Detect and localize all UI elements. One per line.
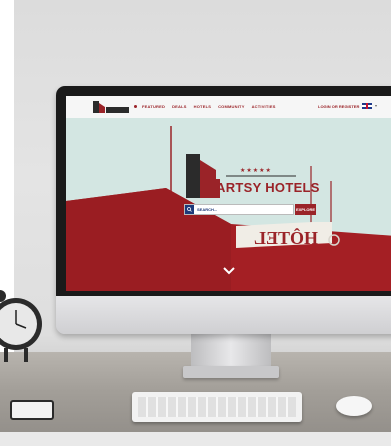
- nav-deals[interactable]: DEALS: [172, 104, 187, 109]
- hotel-sign-text: HÔTEL: [254, 227, 318, 248]
- mouse: [336, 396, 372, 416]
- nav-links: FEATURED DEALS HOTELS COMMUNITY ACTIVITI…: [142, 104, 276, 109]
- keyboard-keys: [138, 397, 296, 417]
- nav-dot: [134, 105, 137, 108]
- language-chevron-icon[interactable]: ▾: [375, 103, 377, 108]
- login-register-link[interactable]: LOGIN OR REGISTER: [318, 104, 359, 109]
- brand-name: ARTSY HOTELS: [216, 180, 320, 195]
- keyboard: [132, 392, 302, 422]
- search-input[interactable]: SEARCH...: [184, 204, 294, 215]
- website-screen: FEATURED DEALS HOTELS COMMUNITY ACTIVITI…: [66, 96, 391, 291]
- top-navbar: FEATURED DEALS HOTELS COMMUNITY ACTIVITI…: [66, 96, 391, 118]
- nav-activities[interactable]: ACTIVITIES: [252, 104, 276, 109]
- photo-scene: FEATURED DEALS HOTELS COMMUNITY ACTIVITI…: [0, 0, 391, 446]
- logo-mini-icon[interactable]: [93, 101, 129, 114]
- nav-featured[interactable]: FEATURED: [142, 104, 165, 109]
- flag-uk-icon[interactable]: [362, 103, 372, 109]
- alarm-clock-icon: [0, 290, 42, 362]
- monitor-stand-foot: [183, 366, 279, 378]
- monitor-chin: [56, 296, 391, 334]
- nav-community[interactable]: COMMUNITY: [218, 104, 244, 109]
- search-icon: [185, 205, 194, 214]
- desk-front: [0, 432, 391, 446]
- hotel-sign-graphic: HÔTEL: [236, 222, 340, 248]
- rating-stars: ★★★★★: [240, 168, 272, 174]
- explore-button[interactable]: EXPLORE: [295, 204, 316, 215]
- smartphone: [10, 400, 54, 420]
- nav-hotels[interactable]: HOTELS: [194, 104, 211, 109]
- chevron-down-icon[interactable]: [223, 267, 235, 275]
- monitor-stand: [191, 334, 271, 370]
- search-placeholder: SEARCH...: [197, 207, 218, 212]
